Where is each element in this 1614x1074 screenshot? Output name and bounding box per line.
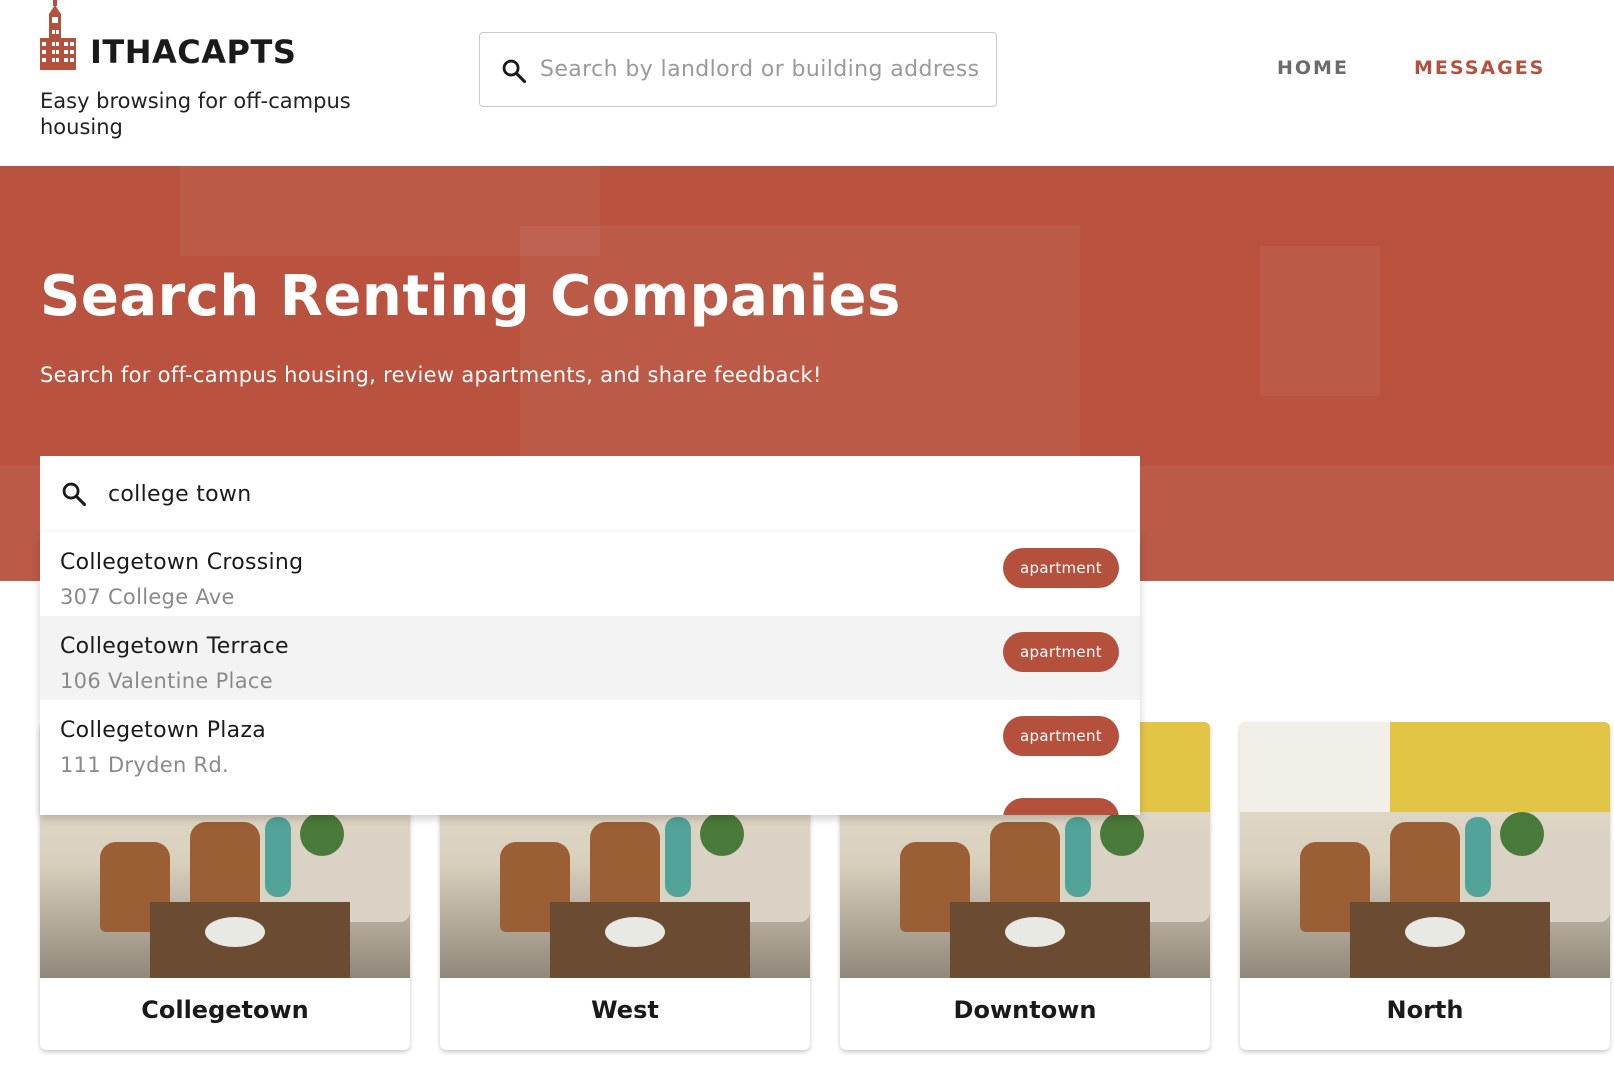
search-result-item[interactable]: Collegetown Plaza 111 Dryden Rd. apartme… bbox=[40, 700, 1140, 784]
main-search-input[interactable] bbox=[108, 470, 1108, 518]
card-image bbox=[1240, 722, 1610, 978]
card-label: Collegetown bbox=[141, 996, 309, 1024]
search-results-dropdown: Collegetown Crossing 307 College Ave apa… bbox=[40, 532, 1140, 815]
result-name: Collegetown Terrace bbox=[60, 634, 289, 659]
hero-background-texture bbox=[1260, 246, 1380, 396]
search-icon bbox=[62, 482, 87, 507]
result-type-badge: apartment bbox=[1003, 632, 1119, 672]
result-address: 307 College Ave bbox=[60, 585, 235, 609]
result-type-badge: apartment bbox=[1003, 716, 1119, 756]
search-result-item[interactable]: Collegetown Terrace 106 Valentine Place … bbox=[40, 616, 1140, 700]
site-header: ITHACAPTS Easy browsing for off-campus h… bbox=[0, 0, 1614, 166]
card-label: Downtown bbox=[953, 996, 1097, 1024]
result-type-badge-partial bbox=[1003, 798, 1119, 815]
nav-home-link[interactable]: HOME bbox=[1277, 57, 1349, 79]
nav-messages-link[interactable]: MESSAGES bbox=[1414, 57, 1545, 79]
search-result-item[interactable]: Collegetown Crossing 307 College Ave apa… bbox=[40, 532, 1140, 616]
result-address: 106 Valentine Place bbox=[60, 669, 273, 693]
card-label: North bbox=[1386, 996, 1464, 1024]
result-name: Collegetown Plaza bbox=[60, 718, 267, 743]
card-label: West bbox=[591, 996, 659, 1024]
hero-title: Search Renting Companies bbox=[40, 264, 901, 329]
search-icon bbox=[502, 59, 527, 84]
result-address: 111 Dryden Rd. bbox=[60, 753, 230, 777]
main-search-box[interactable] bbox=[40, 456, 1140, 532]
header-search-input[interactable] bbox=[540, 47, 980, 91]
brand-tagline: Easy browsing for off-campus housing bbox=[40, 89, 351, 139]
result-name: Collegetown Crossing bbox=[60, 550, 304, 575]
header-search-box[interactable] bbox=[479, 32, 997, 107]
hero-subtitle: Search for off-campus housing, review ap… bbox=[40, 363, 822, 387]
location-card-north[interactable]: North bbox=[1240, 722, 1610, 1050]
result-type-badge: apartment bbox=[1003, 548, 1119, 588]
brand-name: ITHACAPTS bbox=[90, 33, 297, 71]
clocktower-logo-icon bbox=[40, 0, 76, 70]
